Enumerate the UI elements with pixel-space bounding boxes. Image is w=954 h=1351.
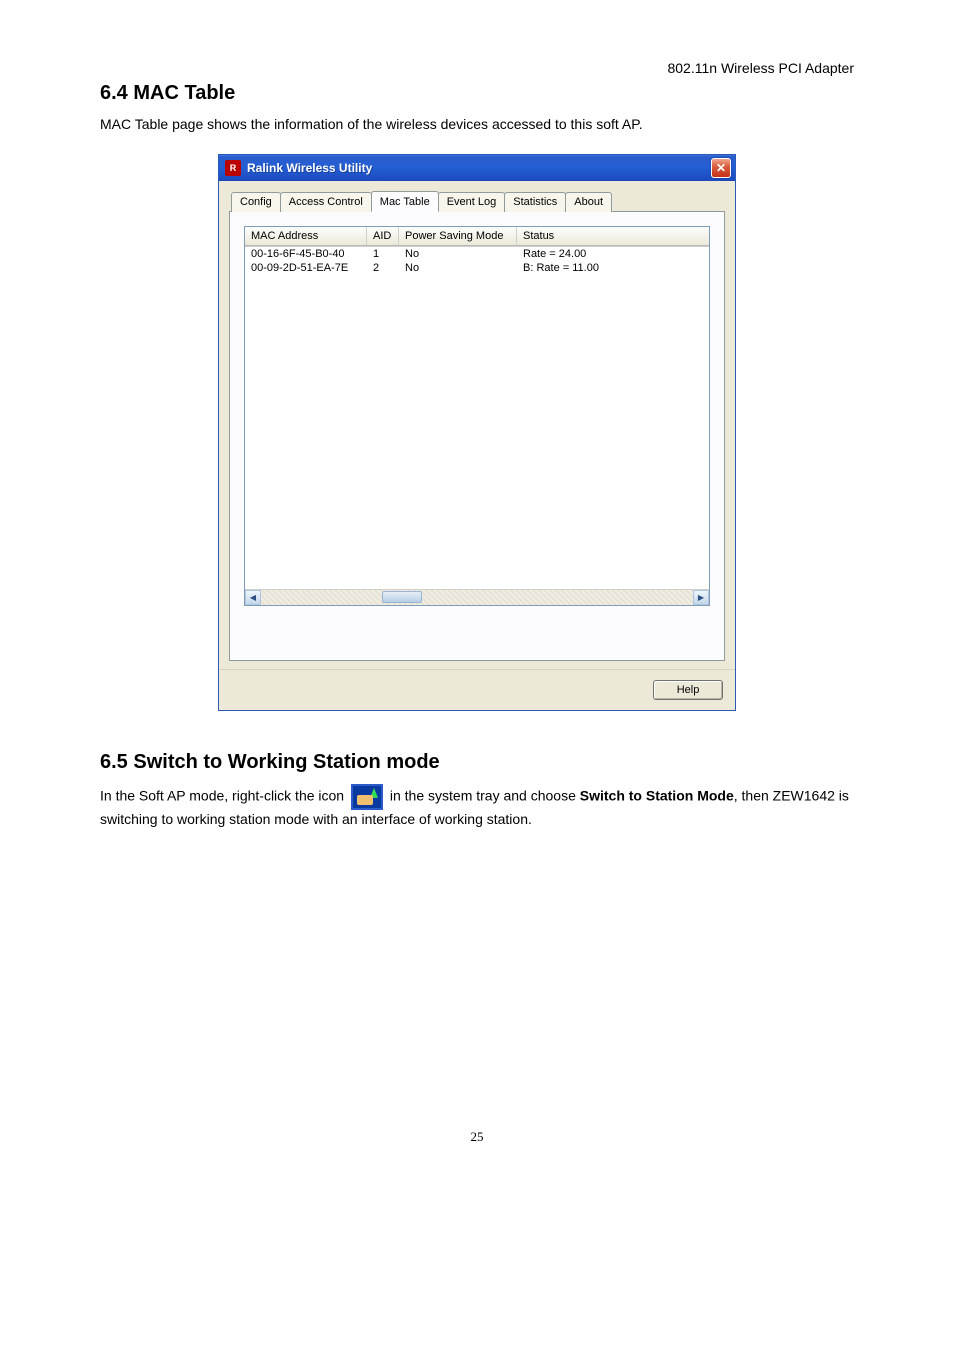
listview-header: MAC Address AID Power Saving Mode Status <box>245 227 709 247</box>
tray-icon <box>351 784 383 810</box>
section-65-bold: Switch to Station Mode <box>580 788 734 804</box>
section-65-paragraph: In the Soft AP mode, right-click the ico… <box>100 784 854 829</box>
cell-aid: 2 <box>367 261 399 275</box>
app-icon: R <box>225 160 241 176</box>
horizontal-scrollbar[interactable]: ◀ ▶ <box>245 589 709 605</box>
table-row[interactable]: 00-09-2D-51-EA-7E 2 No B: Rate = 11.00 <box>245 261 709 275</box>
tab-mac-table[interactable]: Mac Table <box>371 191 439 212</box>
tab-event-log[interactable]: Event Log <box>438 192 506 212</box>
help-button[interactable]: Help <box>653 680 723 700</box>
section-65-text-b: in the system tray and choose <box>390 788 580 804</box>
chevron-left-icon: ◀ <box>250 593 256 602</box>
cell-psm: No <box>399 247 517 261</box>
page-number: 25 <box>100 1129 854 1145</box>
cell-mac: 00-16-6F-45-B0-40 <box>245 247 367 261</box>
cell-status: B: Rate = 11.00 <box>517 261 709 275</box>
tab-access-control[interactable]: Access Control <box>280 192 372 212</box>
cell-psm: No <box>399 261 517 275</box>
page-header: 802.11n Wireless PCI Adapter <box>100 60 854 76</box>
cell-status: Rate = 24.00 <box>517 247 709 261</box>
section-title-64: 6.4 MAC Table <box>100 82 854 105</box>
col-header-status[interactable]: Status <box>517 227 709 246</box>
section-title-65: 6.5 Switch to Working Station mode <box>100 751 854 774</box>
cell-aid: 1 <box>367 247 399 261</box>
col-header-psm[interactable]: Power Saving Mode <box>399 227 517 246</box>
ralink-dialog: R Ralink Wireless Utility ✕ Config Acces… <box>218 154 736 711</box>
scroll-right-button[interactable]: ▶ <box>693 590 709 605</box>
tab-statistics[interactable]: Statistics <box>504 192 566 212</box>
table-row[interactable]: 00-16-6F-45-B0-40 1 No Rate = 24.00 <box>245 247 709 261</box>
close-icon: ✕ <box>716 161 726 175</box>
tabstrip: Config Access Control Mac Table Event Lo… <box>231 191 725 211</box>
section-65-text-a: In the Soft AP mode, right-click the ico… <box>100 788 348 804</box>
tab-about[interactable]: About <box>565 192 612 212</box>
scroll-track[interactable] <box>261 590 693 605</box>
cell-mac: 00-09-2D-51-EA-7E <box>245 261 367 275</box>
scroll-thumb[interactable] <box>382 591 422 603</box>
col-header-aid[interactable]: AID <box>367 227 399 246</box>
close-button[interactable]: ✕ <box>711 158 731 178</box>
chevron-right-icon: ▶ <box>698 593 704 602</box>
tab-panel: MAC Address AID Power Saving Mode Status… <box>229 211 725 661</box>
section-64-intro: MAC Table page shows the information of … <box>100 115 854 134</box>
col-header-mac[interactable]: MAC Address <box>245 227 367 246</box>
scroll-left-button[interactable]: ◀ <box>245 590 261 605</box>
titlebar[interactable]: R Ralink Wireless Utility ✕ <box>219 155 735 181</box>
window-title: Ralink Wireless Utility <box>247 161 711 175</box>
mac-table-listview[interactable]: MAC Address AID Power Saving Mode Status… <box>244 226 710 606</box>
tab-config[interactable]: Config <box>231 192 281 212</box>
dialog-footer: Help <box>219 669 735 710</box>
